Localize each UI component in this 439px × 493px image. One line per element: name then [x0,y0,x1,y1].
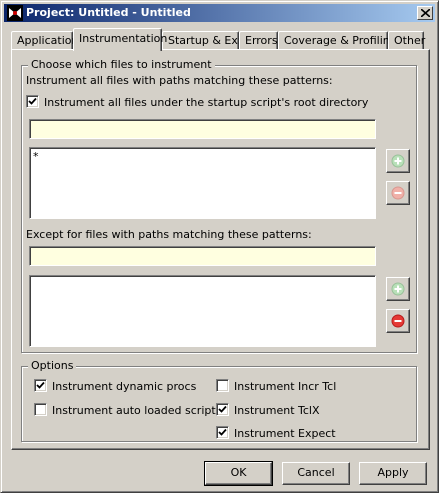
tab-label: Coverage & Profiling [284,34,397,47]
add-exclude-button[interactable] [386,277,410,301]
apply-button[interactable]: Apply [359,462,427,485]
ok-button[interactable]: OK [204,461,273,486]
include-label: Instrument all files with paths matching… [26,74,333,87]
tab-application[interactable]: Application [11,31,78,50]
minus-icon [391,186,405,200]
tclx-checkbox[interactable] [216,403,229,416]
tab-label: Application [17,34,79,47]
root-dir-checkbox[interactable] [26,95,39,108]
close-button[interactable] [417,6,433,20]
exclude-pattern-input[interactable] [29,246,376,266]
plus-icon [391,282,405,296]
tab-errors[interactable]: Errors [239,31,278,50]
tab-startup-exit[interactable]: Startup & Exit [162,31,245,50]
check-icon [218,428,227,436]
remove-include-button[interactable] [386,181,410,205]
incr-tcl-label: Instrument Incr Tcl [234,380,337,393]
minus-icon [391,314,405,328]
dynamic-procs-checkbox[interactable] [34,379,47,392]
incr-tcl-checkbox[interactable] [216,379,229,392]
options-group: Options Instrument dynamic procs Instrum… [21,359,417,442]
tab-label: Errors [245,34,278,47]
include-patterns-list[interactable]: * [29,147,376,219]
instrumentation-panel: Choose which files to instrument Instrum… [11,49,430,450]
window-title: Project: Untitled - Untitled [26,6,191,19]
tab-label: Startup & Exit [168,34,246,47]
title-bar[interactable]: Project: Untitled - Untitled [4,4,435,22]
auto-loaded-checkbox[interactable] [34,403,47,416]
tab-label: Instrumentation [79,32,168,45]
options-group-title: Options [28,359,77,372]
check-icon [218,405,227,413]
files-group: Choose which files to instrument Instrum… [21,58,417,353]
exclude-patterns-list[interactable] [29,275,376,347]
tab-strip: Application Instrumentation Startup & Ex… [11,28,431,51]
exclude-label: Except for files with paths matching the… [26,228,312,241]
auto-loaded-label: Instrument auto loaded scripts [52,404,222,417]
tab-instrumentation[interactable]: Instrumentation [73,28,167,51]
files-group-title: Choose which files to instrument [28,58,215,71]
project-dialog: Project: Untitled - Untitled Application… [0,0,439,493]
tab-label: Other [394,34,426,47]
tab-coverage-profiling[interactable]: Coverage & Profiling [278,31,397,50]
tclx-label: Instrument TclX [234,404,320,417]
tab-other[interactable]: Other [388,31,426,50]
list-item[interactable]: * [33,150,372,163]
dynamic-procs-label: Instrument dynamic procs [52,380,197,393]
remove-exclude-button[interactable] [386,309,410,333]
root-dir-checkbox-label: Instrument all files under the startup s… [44,96,369,109]
close-icon [421,9,430,17]
add-include-button[interactable] [386,149,410,173]
check-icon [28,97,37,105]
check-icon [36,381,45,389]
cancel-button[interactable]: Cancel [282,462,350,485]
plus-icon [391,154,405,168]
include-pattern-input[interactable] [29,119,376,139]
expect-label: Instrument Expect [234,427,336,440]
app-icon [7,5,23,21]
expect-checkbox[interactable] [216,426,229,439]
